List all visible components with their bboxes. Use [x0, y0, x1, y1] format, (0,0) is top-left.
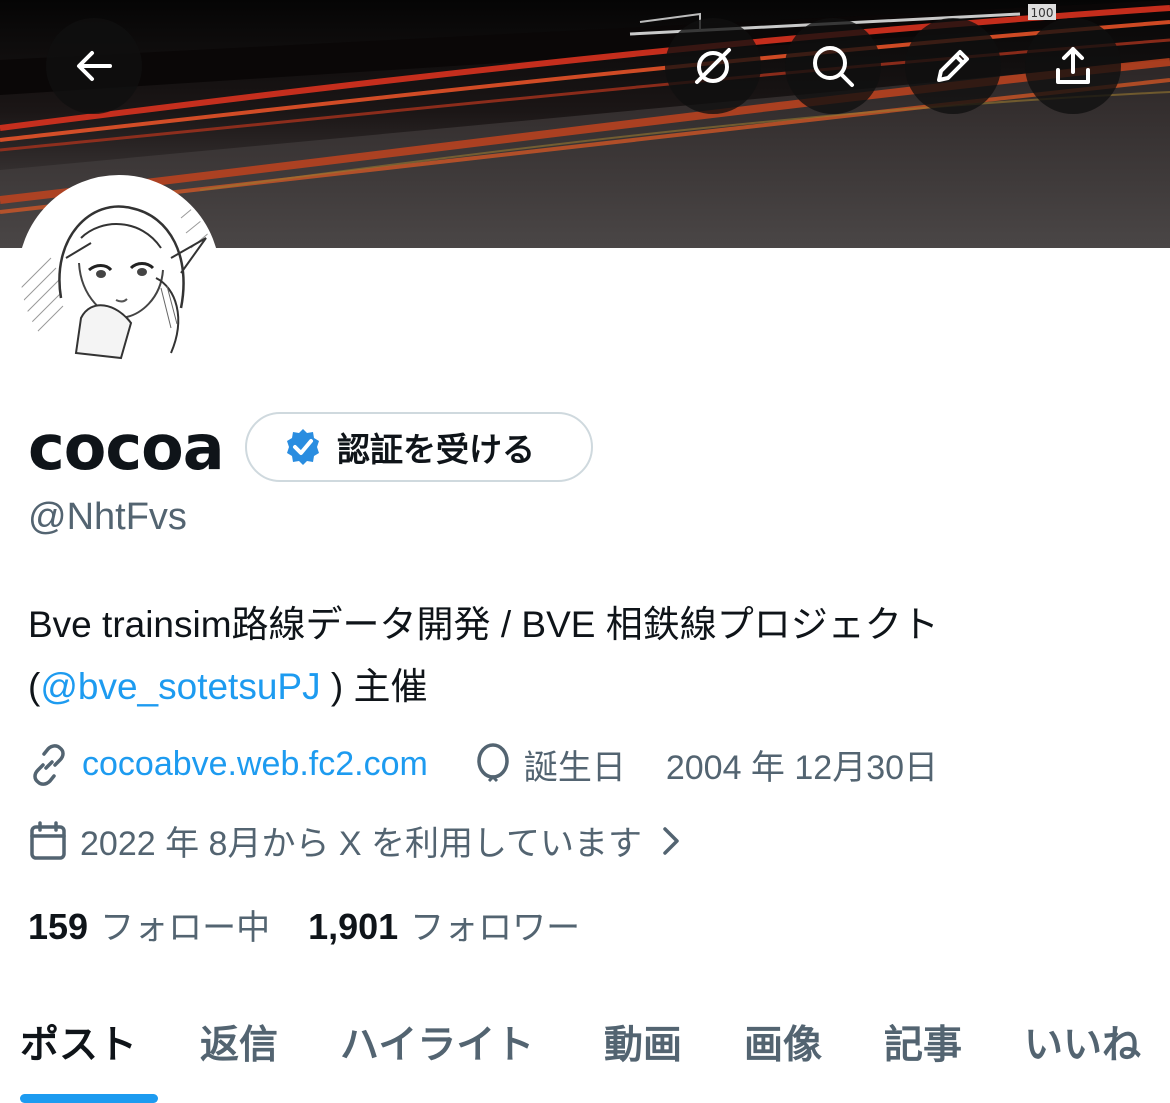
- edit-button[interactable]: [905, 18, 1001, 114]
- followers-link[interactable]: 1,901 フォロワー: [308, 900, 580, 949]
- website-link[interactable]: cocoabve.web.fc2.com: [82, 745, 428, 784]
- balloon-icon: [474, 742, 512, 787]
- tab-highlights[interactable]: ハイライト: [340, 1014, 534, 1070]
- get-verified-button[interactable]: 認証を受ける: [245, 412, 593, 482]
- search-button[interactable]: [785, 18, 881, 114]
- display-name: cocoa: [28, 411, 225, 484]
- link-icon: [28, 743, 70, 786]
- tab-posts[interactable]: ポスト: [20, 1014, 137, 1070]
- bio-open-paren: (: [28, 666, 41, 707]
- back-button[interactable]: [46, 18, 142, 114]
- meta-row-1: cocoabve.web.fc2.com 誕生日 2004 年 12月30日: [28, 740, 938, 789]
- calendar-icon: [28, 820, 68, 862]
- birthday-label: 誕生日: [523, 749, 626, 787]
- follow-counts: 159 フォロー中 1,901 フォロワー: [28, 900, 580, 949]
- avatar[interactable]: [18, 175, 220, 377]
- grok-button[interactable]: [665, 18, 761, 114]
- avatar-illustration: [21, 178, 217, 374]
- bio: Bve trainsim路線データ開発 / BVE 相鉄線プロジェクト (@bv…: [28, 594, 1138, 718]
- bio-line-1: Bve trainsim路線データ開発 / BVE 相鉄線プロジェクト: [28, 604, 939, 645]
- birthday-value: 2004 年 12月30日: [665, 749, 939, 787]
- grok-icon: [695, 48, 731, 84]
- banner-sign-text: 100: [1031, 6, 1054, 20]
- arrow-left-icon: [77, 51, 112, 81]
- user-handle: @NhtFvs: [28, 496, 187, 538]
- joined-date: 2022 年 8月から X を利用しています: [80, 825, 642, 863]
- share-button[interactable]: [1025, 18, 1121, 114]
- tab-videos[interactable]: 動画: [604, 1014, 682, 1070]
- followers-count: 1,901: [308, 906, 399, 947]
- search-icon: [813, 46, 854, 87]
- tab-likes[interactable]: いいね: [1024, 1014, 1141, 1070]
- chevron-right-icon: [660, 824, 682, 858]
- profile-tabs: ポスト 返信 ハイライト 動画 画像 記事 いいね: [0, 1000, 1170, 1103]
- share-icon: [1056, 47, 1090, 84]
- tab-articles[interactable]: 記事: [884, 1014, 962, 1070]
- following-count: 159: [28, 906, 89, 947]
- bio-line-2: (@bve_sotetsuPJ ) 主催: [28, 656, 1138, 718]
- following-link[interactable]: 159 フォロー中: [28, 900, 270, 949]
- pencil-icon: [937, 50, 969, 82]
- tab-replies[interactable]: 返信: [200, 1014, 278, 1070]
- meta-row-joined[interactable]: 2022 年 8月から X を利用しています: [28, 816, 682, 865]
- tab-images[interactable]: 画像: [744, 1014, 822, 1070]
- followers-label: フォロワー: [410, 909, 581, 947]
- verified-badge-icon: [287, 429, 319, 465]
- get-verified-label: 認証を受ける: [337, 430, 535, 469]
- bio-close-text: ) 主催: [320, 666, 428, 707]
- bio-mention-link[interactable]: @bve_sotetsuPJ: [40, 666, 320, 707]
- active-tab-indicator: [20, 1094, 158, 1103]
- following-label: フォロー中: [100, 909, 271, 947]
